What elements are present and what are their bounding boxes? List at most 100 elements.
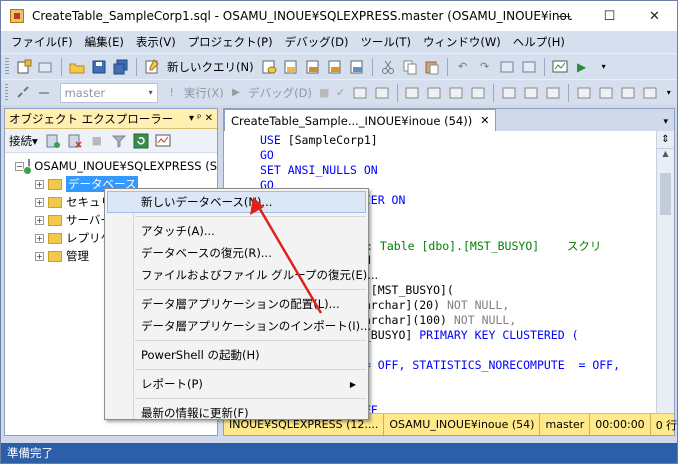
parse-icon[interactable]: ✓ — [335, 85, 345, 101]
uncomment-icon[interactable] — [598, 85, 614, 101]
context-menu-item[interactable]: 新しいデータベース(N)... — [107, 191, 366, 213]
menu-view[interactable]: 表示(V) — [130, 34, 182, 50]
tab-list-dropdown-icon[interactable]: ▾ — [663, 117, 674, 131]
options-dropdown-icon[interactable]: ▾ — [664, 85, 674, 101]
menu-debug[interactable]: デバッグ(D) — [279, 34, 355, 50]
menu-separator — [135, 289, 366, 290]
ssms-window: CreateTable_SampleCorp1.sql - OSAMU_INOU… — [0, 0, 678, 464]
save-all-icon[interactable] — [113, 59, 129, 75]
context-menu-item[interactable]: ファイルおよびファイル グループの復元(E)... — [105, 264, 378, 286]
connect-icon[interactable] — [15, 85, 31, 101]
menu-tools[interactable]: ツール(T) — [354, 34, 417, 50]
context-menu-item[interactable]: 最新の情報に更新(F) — [105, 402, 368, 424]
minimize-button[interactable]: — — [542, 1, 587, 31]
database-select[interactable]: master ▾ — [59, 82, 158, 103]
db-engine-query-icon[interactable] — [261, 59, 277, 75]
filter-icon[interactable] — [111, 133, 127, 149]
menu-help[interactable]: ヘルプ(H) — [507, 34, 571, 50]
folder-icon — [48, 214, 62, 226]
results-to-file-icon[interactable] — [545, 85, 561, 101]
panel-window-buttons[interactable]: ▾ ᵖ ✕ — [189, 113, 217, 124]
toolbar-grip[interactable] — [5, 57, 9, 76]
change-connection-icon[interactable] — [37, 85, 53, 101]
undo-icon[interactable]: ↶ — [455, 59, 471, 75]
navigate-back-icon[interactable] — [499, 59, 515, 75]
mdx-query-icon[interactable] — [283, 59, 299, 75]
toolbar-separator — [396, 83, 398, 102]
stop-icon[interactable]: ■ — [89, 133, 105, 149]
save-icon[interactable] — [91, 59, 107, 75]
scrollbar-thumb[interactable] — [660, 173, 671, 215]
expand-icon[interactable]: + — [35, 197, 44, 207]
debug-icon[interactable]: ▶ — [231, 85, 241, 101]
vertical-scrollbar[interactable]: ⇕ ▲ — [656, 131, 674, 413]
object-explorer-header: オブジェクト エクスプローラー ▾ ᵖ ✕ — [5, 109, 217, 129]
cut-icon[interactable] — [380, 59, 396, 75]
disconnect-icon[interactable] — [67, 133, 83, 149]
debug-button[interactable]: デバッグ(D) — [248, 85, 312, 101]
toolbar-grip[interactable] — [5, 83, 8, 102]
expand-icon[interactable]: + — [35, 179, 44, 189]
context-menu-item[interactable]: データ層アプリケーションの配置(L)... — [105, 293, 368, 315]
activity-monitor-icon[interactable] — [155, 133, 171, 149]
close-button[interactable]: ✕ — [632, 1, 677, 31]
redo-icon[interactable]: ↷ — [477, 59, 493, 75]
close-tab-icon[interactable]: ✕ — [480, 114, 489, 127]
activity-monitor-icon[interactable] — [552, 59, 568, 75]
execute-button[interactable]: 実行(X) — [184, 85, 224, 101]
window-title: CreateTable_SampleCorp1.sql - OSAMU_INOU… — [32, 9, 572, 23]
context-menu-item[interactable]: PowerShell の起動(H) — [105, 344, 368, 366]
xmla-query-icon[interactable] — [327, 59, 343, 75]
context-menu-item[interactable]: アタッチ(A)... — [105, 220, 368, 242]
client-stats-icon[interactable] — [470, 85, 486, 101]
code-line: SET ANSI_NULLS ON — [260, 163, 656, 178]
estimated-plan-icon[interactable] — [352, 85, 368, 101]
include-plan-icon[interactable] — [426, 85, 442, 101]
paste-icon[interactable] — [424, 59, 440, 75]
menu-window[interactable]: ウィンドウ(W) — [417, 34, 507, 50]
results-to-text-icon[interactable] — [501, 85, 517, 101]
connect-server-icon[interactable] — [45, 133, 61, 149]
context-menu-item[interactable]: データ層アプリケーションのインポート(I)... — [105, 315, 371, 337]
new-query-icon[interactable] — [144, 58, 160, 75]
refresh-icon[interactable] — [133, 133, 149, 149]
toolbar-separator — [61, 57, 62, 76]
increase-indent-icon[interactable] — [642, 85, 658, 101]
comment-icon[interactable] — [576, 85, 592, 101]
expand-icon[interactable]: + — [35, 251, 44, 261]
new-project-icon[interactable] — [16, 59, 32, 75]
splitter-icon[interactable]: ⇕ — [657, 131, 674, 149]
results-to-grid-icon[interactable] — [523, 85, 539, 101]
connect-button[interactable]: 接続▾ — [9, 133, 38, 149]
navigate-forward-icon[interactable] — [521, 59, 537, 75]
intellisense-icon[interactable] — [404, 85, 420, 101]
document-tabs: CreateTable_Sample..._INOUE¥inoue (54)) … — [224, 109, 674, 131]
open-file-icon[interactable] — [69, 59, 85, 75]
live-stats-icon[interactable] — [448, 85, 464, 101]
expand-icon[interactable]: + — [35, 233, 44, 243]
decrease-indent-icon[interactable] — [620, 85, 636, 101]
execute-icon[interactable]: ! — [167, 85, 177, 101]
menu-separator — [135, 369, 366, 370]
stop-icon[interactable]: ■ — [319, 85, 329, 101]
menu-edit[interactable]: 編集(E) — [79, 34, 130, 50]
menu-file[interactable]: ファイル(F) — [5, 34, 79, 50]
start-icon[interactable]: ▶ — [574, 59, 590, 75]
tab-query-document[interactable]: CreateTable_Sample..._INOUE¥inoue (54)) … — [224, 109, 497, 131]
query-designer-icon[interactable] — [374, 85, 390, 101]
expand-icon[interactable]: + — [35, 215, 44, 225]
options-dropdown-icon[interactable]: ▾ — [596, 59, 612, 75]
menu-item-label: データベースの復元(R)... — [141, 246, 272, 260]
new-query-button[interactable]: 新しいクエリ(N) — [167, 59, 254, 75]
context-menu-item[interactable]: データベースの復元(R)... — [105, 242, 368, 264]
copy-icon[interactable] — [402, 59, 418, 75]
maximize-button[interactable]: ☐ — [587, 1, 632, 31]
folder-icon — [48, 196, 62, 208]
tree-node-server[interactable]: − OSAMU_INOUE¥SQLEXPRESS (S — [5, 157, 217, 175]
dmx-query-icon[interactable] — [305, 59, 321, 75]
scroll-up-icon[interactable]: ▲ — [657, 149, 674, 165]
dax-query-icon[interactable] — [349, 59, 365, 75]
context-menu-item[interactable]: レポート(P) ▶ — [105, 373, 368, 395]
menu-project[interactable]: プロジェクト(P) — [182, 34, 279, 50]
add-item-icon[interactable] — [38, 59, 54, 75]
